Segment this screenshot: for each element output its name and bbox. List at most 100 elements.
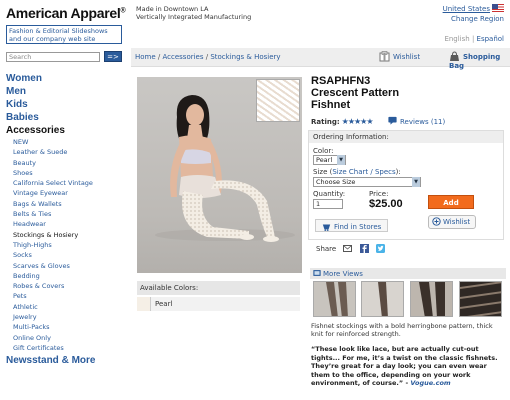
sidebar-subitem[interactable]: California Select Vintage	[13, 178, 132, 188]
sidebar-subitem[interactable]: Robes & Covers	[13, 281, 132, 291]
shopping-bag-icon	[450, 51, 459, 61]
flag-us-icon	[492, 4, 504, 12]
thumbnail-image	[460, 282, 501, 316]
sidebar-item-newsstand[interactable]: Newsstand & More	[6, 354, 132, 367]
category-sidebar: Women Men Kids Babies Accessories NEW Le…	[6, 72, 132, 367]
brand-name: American Apparel	[6, 5, 121, 21]
wishlist-button-label: Wishlist	[443, 218, 471, 226]
thumbnail[interactable]	[313, 281, 356, 317]
reviews-icon	[388, 116, 397, 125]
sidebar-subitem[interactable]: Beauty	[13, 158, 132, 168]
find-stores-icon	[322, 224, 331, 231]
sidebar-subitem[interactable]: Multi-Packs	[13, 322, 132, 332]
sidebar-subitem[interactable]: Socks	[13, 250, 132, 260]
change-region-link[interactable]: Change Region	[451, 15, 504, 23]
sidebar-subitem[interactable]: Bags & Wallets	[13, 199, 132, 209]
more-views-icon	[313, 270, 321, 276]
price-value: $25.00	[369, 198, 403, 210]
sidebar-subitem[interactable]: Shoes	[13, 168, 132, 178]
sidebar-subitem[interactable]: Online Only	[13, 333, 132, 343]
reviews-link[interactable]: Reviews (11)	[388, 116, 445, 126]
sidebar-subitem[interactable]: Bedding	[13, 271, 132, 281]
size-chart-link[interactable]: Size Chart / Specs	[332, 168, 395, 176]
rating-label: Rating:	[311, 118, 340, 126]
shopping-bag-link[interactable]: Shopping Bag	[449, 51, 510, 70]
share-label: Share	[316, 245, 337, 253]
tagline: Made in Downtown LA Vertically Integrate…	[136, 5, 251, 21]
language-switch: English | Español	[444, 35, 504, 43]
facebook-icon[interactable]	[359, 244, 369, 253]
ordering-header: Ordering Information:	[309, 131, 503, 143]
wishlist-icon	[379, 51, 390, 62]
size-label-start: Size (	[313, 168, 333, 176]
brand-mark: ®	[120, 7, 126, 15]
quantity-input[interactable]: 1	[313, 199, 343, 209]
breadcrumb-category[interactable]: Stockings & Hosiery	[210, 53, 280, 61]
sidebar-subitem[interactable]: Pets	[13, 291, 132, 301]
sidebar-subitem[interactable]: NEW	[13, 137, 132, 147]
sidebar-subitem[interactable]: Thigh-Highs	[13, 240, 132, 250]
tagline-line-1: Made in Downtown LA	[136, 5, 209, 13]
sidebar-subitem[interactable]: Gift Certificates	[13, 343, 132, 353]
color-option-pearl[interactable]: Pearl	[137, 297, 300, 311]
press-quote: “These look like lace, but are actually …	[311, 345, 507, 388]
pattern-swatch	[256, 79, 300, 122]
lang-espanol[interactable]: Español	[477, 35, 504, 43]
breadcrumb-accessories[interactable]: Accessories	[162, 53, 203, 61]
add-to-bag-button[interactable]: Add	[428, 195, 474, 209]
sidebar-item-accessories[interactable]: Accessories	[6, 124, 132, 137]
sidebar-subitem[interactable]: Jewelry	[13, 312, 132, 322]
thumbnail[interactable]	[361, 281, 404, 317]
wishlist-button[interactable]: Wishlist	[428, 215, 476, 229]
thumbnail-image	[362, 282, 403, 316]
lang-english[interactable]: English	[444, 35, 469, 43]
twitter-icon[interactable]	[375, 244, 385, 253]
product-name-line-2: Fishnet	[311, 99, 351, 111]
color-select[interactable]: Pearl	[313, 155, 346, 165]
sidebar-subitem[interactable]: Athletic	[13, 302, 132, 312]
search-submit-icon[interactable]: =>	[104, 51, 122, 62]
color-swatch	[137, 297, 151, 311]
thumbnail[interactable]	[410, 281, 453, 317]
size-label-end: ):	[395, 168, 401, 176]
sidebar-subitem-selected[interactable]: Stockings & Hosiery	[13, 230, 132, 240]
email-icon[interactable]	[343, 244, 353, 253]
promo-link[interactable]: Fashion & Editorial Slideshows and our c…	[6, 25, 122, 44]
lang-separator: |	[469, 35, 477, 43]
rating-stars: ★★★★★	[341, 117, 374, 126]
ordering-panel: Ordering Information: Color: Pearl Size …	[308, 130, 504, 240]
sidebar-item-kids[interactable]: Kids	[6, 98, 132, 111]
find-in-stores-button[interactable]: Find in Stores	[315, 219, 389, 232]
product-description: Fishnet stockings with a bold herringbon…	[311, 322, 493, 338]
price-label: Price:	[369, 190, 389, 198]
sidebar-subitem[interactable]: Vintage Eyewear	[13, 188, 132, 198]
color-option-label: Pearl	[155, 300, 173, 308]
sidebar-subitem[interactable]: Scarves & Gloves	[13, 261, 132, 271]
breadcrumb-bar: Home / Accessories / Stockings & Hosiery…	[131, 48, 510, 70]
rating: Rating: ★★★★★	[311, 117, 374, 126]
more-views-label: More Views	[323, 270, 363, 278]
thumbnail-image	[314, 282, 355, 316]
product-sku: RSAPHFN3	[311, 75, 371, 87]
wishlist-label: Wishlist	[393, 53, 421, 61]
wishlist-link[interactable]: Wishlist	[379, 51, 420, 62]
search-input[interactable]: Search	[6, 52, 100, 62]
tagline-line-2: Vertically Integrated Manufacturing	[136, 13, 252, 21]
brand-logo[interactable]: American Apparel®	[6, 5, 126, 21]
sidebar-subitem[interactable]: Leather & Suede	[13, 147, 132, 157]
sidebar-subitem[interactable]: Headwear	[13, 219, 132, 229]
color-label: Color:	[313, 147, 334, 155]
wishlist-icon	[432, 217, 441, 226]
quote-source-link[interactable]: Vogue.com	[410, 379, 450, 387]
country-link[interactable]: United States	[443, 5, 490, 13]
sidebar-item-babies[interactable]: Babies	[6, 111, 132, 124]
sidebar-item-men[interactable]: Men	[6, 85, 132, 98]
available-colors-header: Available Colors:	[137, 281, 300, 295]
sidebar-item-women[interactable]: Women	[6, 72, 132, 85]
sidebar-subitem[interactable]: Belts & Ties	[13, 209, 132, 219]
thumbnail-strip	[313, 281, 505, 317]
size-select[interactable]: Choose Size	[313, 177, 421, 187]
thumbnail[interactable]	[459, 281, 502, 317]
find-stores-label: Find in Stores	[334, 223, 382, 231]
breadcrumb-home[interactable]: Home	[135, 53, 156, 61]
